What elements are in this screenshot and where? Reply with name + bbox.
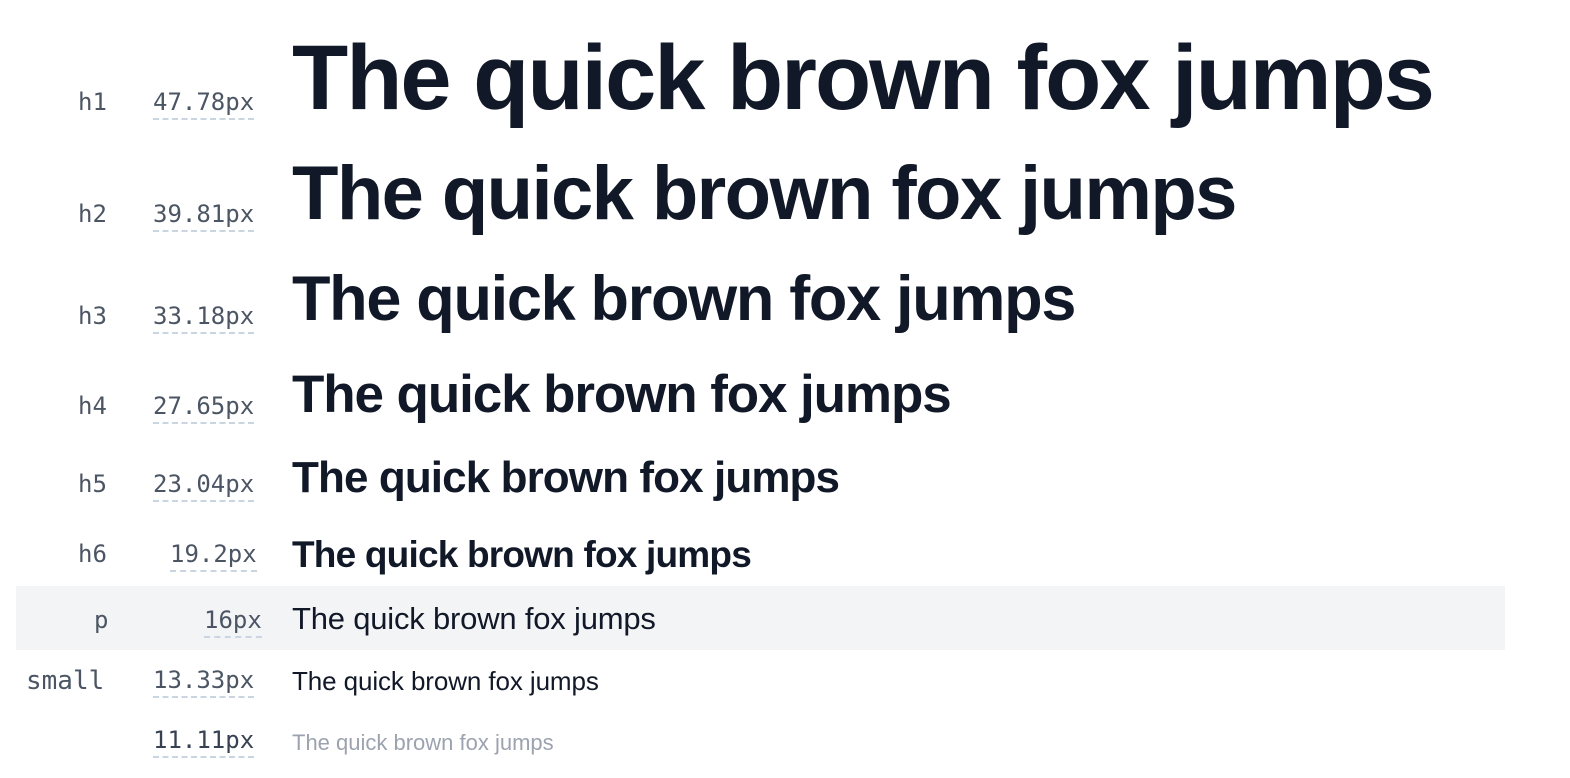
size-label: 19.2px	[170, 542, 257, 572]
type-row-xsmall: 11.11px The quick brown fox jumps	[16, 720, 1505, 770]
tag-label: h4	[78, 392, 107, 420]
sample-text: The quick brown fox jumps	[292, 27, 1435, 129]
sample-text: The quick brown fox jumps	[292, 666, 599, 696]
sample-text: The quick brown fox jumps	[292, 453, 840, 502]
sample-text: The quick brown fox jumps	[292, 601, 656, 636]
sample-text: The quick brown fox jumps	[292, 365, 952, 424]
sample-text: The quick brown fox jumps	[292, 534, 752, 575]
type-row-h1: h1 47.78px The quick brown fox jumps	[16, 28, 1505, 138]
type-row-h6: h6 19.2px The quick brown fox jumps	[16, 526, 1505, 578]
tag-label: h5	[78, 470, 107, 498]
tag-label: small	[26, 666, 105, 696]
tag-label: h3	[78, 302, 107, 330]
type-row-p: p 16px The quick brown fox jumps	[16, 586, 1505, 650]
size-label: 47.78px	[153, 90, 255, 120]
type-row-h4: h4 27.65px The quick brown fox jumps	[16, 360, 1505, 430]
size-label: 39.81px	[153, 202, 255, 232]
type-row-h5: h5 23.04px The quick brown fox jumps	[16, 448, 1505, 508]
sample-text: The quick brown fox jumps	[292, 264, 1076, 334]
size-label: 27.65px	[153, 394, 255, 424]
size-label: 11.11px	[153, 728, 255, 758]
type-scale: h1 47.78px The quick brown fox jumps h2 …	[0, 0, 1570, 778]
size-label: 33.18px	[153, 304, 255, 334]
tag-label: h6	[78, 540, 107, 568]
type-row-small: small 13.33px The quick brown fox jumps	[16, 658, 1505, 708]
tag-label: p	[94, 606, 109, 634]
size-label: 13.33px	[153, 668, 255, 698]
type-row-h2: h2 39.81px The quick brown fox jumps	[16, 150, 1505, 245]
sample-text: The quick brown fox jumps	[292, 151, 1237, 236]
size-label: 23.04px	[153, 472, 255, 502]
type-row-h3: h3 33.18px The quick brown fox jumps	[16, 262, 1505, 342]
size-label: 16px	[204, 608, 262, 638]
tag-label: h1	[78, 88, 107, 116]
tag-label: h2	[78, 200, 107, 228]
sample-text: The quick brown fox jumps	[292, 730, 554, 755]
